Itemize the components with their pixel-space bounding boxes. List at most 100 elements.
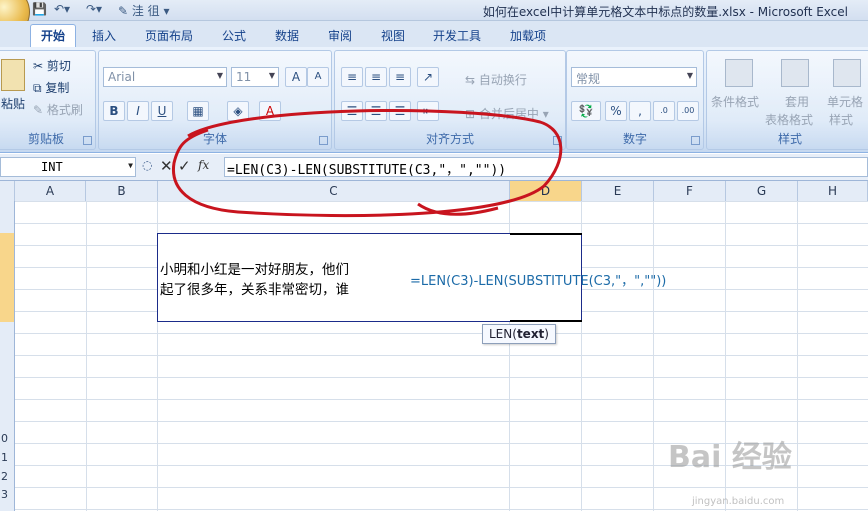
align-bottom-icon[interactable]: ≡ [389,67,411,87]
font-color-button[interactable]: A [259,101,281,121]
clipboard-launcher-icon[interactable] [83,136,92,145]
tab-formulas[interactable]: 公式 [212,25,256,47]
column-header-g[interactable]: G [726,181,798,201]
paste-icon[interactable] [1,59,25,91]
formula-input[interactable]: =LEN(C3)-LEN(SUBSTITUTE(C3,"，","")) [224,157,868,178]
merge-center-button[interactable]: ⊞ 合并后居中 ▾ [465,105,549,122]
decrease-decimal-button[interactable]: .00 [677,101,699,121]
format-as-table-line1[interactable]: 套用 [785,93,809,110]
tooltip-arg[interactable]: text [517,327,544,341]
format-as-table-icon[interactable] [781,59,809,87]
ribbon-tabs: 开始 插入 页面布局 公式 数据 审阅 视图 开发工具 加载项 [0,21,868,47]
format-painter-icon[interactable]: ✎ 洼 徂 ▾ [118,2,170,19]
align-top-icon[interactable]: ≡ [341,67,363,87]
font-name-combo[interactable]: Arial ▼ [103,67,227,87]
tab-review[interactable]: 审阅 [318,25,362,47]
format-painter-button[interactable]: ✎ 格式刷 [33,101,83,118]
row-header[interactable]: 0 [0,432,14,445]
row-header[interactable]: 3 [0,488,14,501]
borders-icon[interactable]: ▦ [187,101,209,121]
wrap-text-button[interactable]: ⇆ 自动换行 [465,71,527,88]
baidu-watermark-url: jingyan.baidu.com [692,496,785,507]
gridline [797,201,798,511]
shrink-font-button[interactable]: A [307,67,329,87]
column-header-h[interactable]: H [798,181,868,201]
conditional-format-button[interactable]: 条件格式 [711,93,759,110]
chevron-down-icon: ▼ [268,71,275,80]
shrink-font-icon: A [314,71,322,82]
conditional-format-icon[interactable] [725,59,753,87]
font-size-combo[interactable]: 11 ▼ [231,67,279,87]
indent-icon[interactable]: ⇤ [417,101,439,121]
paste-button[interactable]: 粘贴 [1,95,25,112]
column-header-c[interactable]: C [158,181,510,201]
name-box-value: INT [41,160,63,174]
styles-group: 条件格式 套用 表格格式 单元格 样式 样式 [706,50,868,150]
number-group-label: 数字 [622,132,647,146]
increase-decimal-button[interactable]: .0 [653,101,675,121]
row-header[interactable]: 1 [0,451,14,464]
gridline [653,201,654,511]
align-middle-icon[interactable]: ≡ [365,67,387,87]
font-launcher-icon[interactable] [319,136,328,145]
undo-icon[interactable]: ↶▾ [54,2,70,16]
copy-button[interactable]: ⧉ 复制 [33,79,69,96]
orientation-icon[interactable]: ↗ [417,67,439,87]
column-header-a[interactable]: A [15,181,86,201]
formula-bar-expander-icon[interactable]: ◌ [142,158,152,172]
cell-styles-line2[interactable]: 样式 [829,111,853,128]
save-icon[interactable]: 💾 [32,2,47,16]
alignment-launcher-icon[interactable] [553,136,562,145]
align-left-icon[interactable]: ☰ [341,101,363,121]
cell-styles-line1[interactable]: 单元格 [827,93,863,110]
underline-button[interactable]: U [151,101,173,121]
title-bar: 💾 ↶▾ ↷▾ ✎ 洼 徂 ▾ 如何在excel中计算单元格文本中标点的数量.x… [0,0,868,38]
column-header-d[interactable]: D [510,181,582,201]
grow-font-button[interactable]: A [285,67,307,87]
align-center-icon[interactable]: ☰ [365,101,387,121]
tooltip-suffix: ) [544,327,549,341]
clipboard-group: 粘贴 ✂ 剪切 ⧉ 复制 ✎ 格式刷 剪贴板 [0,50,96,150]
tab-page-layout[interactable]: 页面布局 [135,25,203,47]
format-painter-label: 格式刷 [46,103,83,117]
tab-view[interactable]: 视图 [371,25,415,47]
cut-button[interactable]: ✂ 剪切 [33,57,71,74]
cell-d3-border [510,320,582,322]
ribbon: 粘贴 ✂ 剪切 ⧉ 复制 ✎ 格式刷 剪贴板 Arial ▼ 11 ▼ A A B … [0,47,868,153]
currency-icon[interactable]: 💱 [571,101,601,121]
tooltip-prefix: LEN( [489,327,517,341]
tab-home[interactable]: 开始 [30,24,77,47]
cell-styles-icon[interactable] [833,59,861,87]
gridline [86,201,87,511]
tab-data[interactable]: 数据 [265,25,309,47]
align-right-icon[interactable]: ☰ [389,101,411,121]
cell-c3-text: 小明和小红是一对好朋友，他们 起了很多年，关系非常密切，谁 [160,262,349,298]
fill-color-icon[interactable]: ◈ [227,101,249,121]
bold-button[interactable]: B [103,101,125,121]
column-header-e[interactable]: E [582,181,654,201]
name-box[interactable]: INT ▼ [0,157,136,177]
column-header-b[interactable]: B [86,181,158,201]
tab-insert[interactable]: 插入 [82,25,126,47]
cancel-icon[interactable]: ✕ [160,157,173,175]
chevron-down-icon: ▼ [128,161,133,170]
number-format-combo[interactable]: 常规 ▼ [571,67,697,87]
format-as-table-line2[interactable]: 表格格式 [765,111,813,128]
styles-group-label: 样式 [777,132,802,146]
row-headers: 0 1 2 3 [0,201,15,511]
number-launcher-icon[interactable] [691,136,700,145]
tab-addins[interactable]: 加载项 [500,25,556,47]
enter-icon[interactable]: ✓ [178,157,191,175]
row-header-selected[interactable] [0,233,14,322]
insert-function-button[interactable]: fx [198,158,209,172]
select-all-corner[interactable] [0,181,15,201]
cell-d3-border [510,233,582,235]
row-header[interactable]: 2 [0,470,14,483]
column-header-f[interactable]: F [654,181,726,201]
tab-developer[interactable]: 开发工具 [423,25,491,47]
comma-button[interactable]: , [629,101,651,121]
italic-button[interactable]: I [127,101,149,121]
cell-d3-formula[interactable]: =LEN(C3)-LEN(SUBSTITUTE(C3,"，","")) [410,270,666,289]
percent-button[interactable]: % [605,101,627,121]
redo-icon[interactable]: ↷▾ [86,2,102,16]
